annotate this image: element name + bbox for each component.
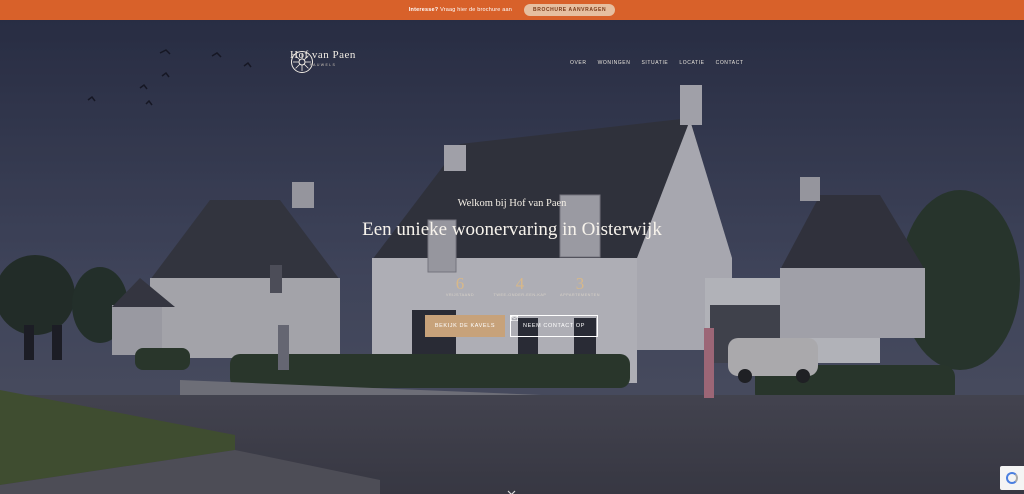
- hero-background-image: [0, 20, 1024, 494]
- hero-headline: Een unieke woonervaring in Oisterwijk: [362, 219, 662, 240]
- announcement-text: Interesse? Vraag hier de brochure aan: [409, 7, 512, 13]
- stat-label: APPARTEMENTEN: [560, 293, 600, 297]
- hero-section: Hof van Paen PAUWELS OVER WONINGEN SITUA…: [0, 20, 1024, 494]
- announcement-body: Vraag hier de brochure aan: [440, 7, 513, 13]
- main-navigation: OVER WONINGEN SITUATIE LOCATIE CONTACT: [570, 60, 744, 66]
- brochure-request-button[interactable]: BROCHURE AANVRAGEN: [524, 4, 616, 16]
- mail-icon: [511, 316, 518, 321]
- site-logo[interactable]: Hof van Paen PAUWELS: [290, 50, 356, 73]
- nav-item-situatie[interactable]: SITUATIE: [641, 60, 668, 66]
- stats-row: 6 VRIJSTAAND 4 TWEE-ONDER-EEN-KAP 3 APPA…: [430, 275, 610, 297]
- stat-label: TWEE-ONDER-EEN-KAP: [493, 293, 547, 297]
- sunburst-logo-icon: [291, 51, 313, 73]
- stat-number: 4: [515, 274, 525, 293]
- nav-item-locatie[interactable]: LOCATIE: [679, 60, 704, 66]
- stat-number: 3: [575, 274, 585, 293]
- contact-button-label: NEEM CONTACT OP: [523, 323, 585, 329]
- stat-vrijstaand: 6 VRIJSTAAND: [430, 275, 490, 297]
- stat-number: 6: [455, 274, 465, 293]
- announcement-bar: Interesse? Vraag hier de brochure aan BR…: [0, 0, 1024, 20]
- announcement-lead: Interesse?: [408, 7, 439, 13]
- contact-button[interactable]: NEEM CONTACT OP: [510, 315, 598, 337]
- recaptcha-icon[interactable]: [1000, 466, 1024, 490]
- stat-label: VRIJSTAAND: [445, 293, 475, 297]
- nav-item-contact[interactable]: CONTACT: [716, 60, 744, 66]
- nav-item-woningen[interactable]: WONINGEN: [598, 60, 631, 66]
- stat-appartementen: 3 APPARTEMENTEN: [550, 275, 610, 297]
- stat-twee-onder-een-kap: 4 TWEE-ONDER-EEN-KAP: [490, 275, 550, 297]
- nav-item-over[interactable]: OVER: [570, 60, 587, 66]
- view-plots-button[interactable]: BEKIJK DE KAVELS: [425, 315, 505, 337]
- hero-welcome: Welkom bij Hof van Paen: [457, 198, 567, 209]
